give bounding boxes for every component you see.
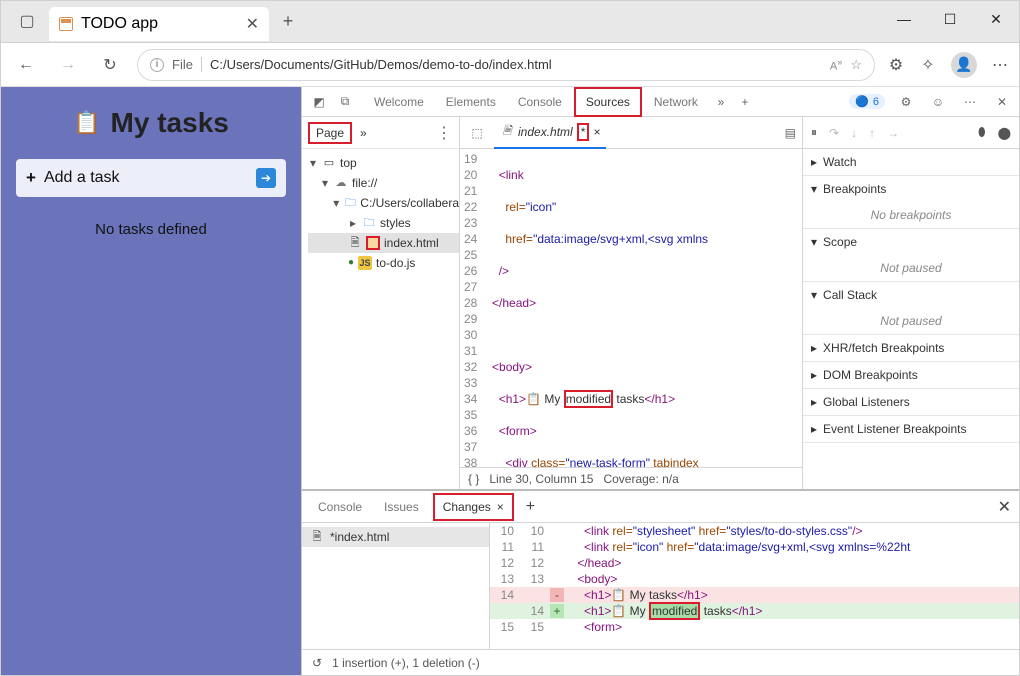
changes-file-list: 🗎*index.html — [302, 523, 490, 649]
diff-view[interactable]: 1010 <link rel="stylesheet" href="styles… — [490, 523, 1019, 649]
tree-folder[interactable]: ▾🗀C:/Users/collabera — [308, 193, 459, 213]
add-task-placeholder: Add a task — [44, 169, 120, 187]
drawer-add-icon[interactable]: + — [526, 498, 535, 516]
file-tree: ▾▭top ▾☁file:// ▾🗀C:/Users/collabera ▸🗀s… — [302, 149, 459, 277]
url-box[interactable]: i File C:/Users/Documents/GitHub/Demos/d… — [137, 49, 875, 81]
devtools-drawer: Console Issues Changes× + ✕ 🗎*index.html… — [302, 489, 1019, 675]
section-global[interactable]: ▸ Global Listeners — [803, 389, 1019, 415]
drawer-tab-changes[interactable]: Changes× — [433, 493, 514, 521]
devtools-tabstrip: ◩ ⧉ Welcome Elements Console Sources Net… — [302, 87, 1019, 117]
tab-sources[interactable]: Sources — [574, 87, 642, 117]
tab-actions-icon[interactable]: ▢ — [9, 1, 45, 41]
step-into-icon: ↓ — [851, 126, 857, 140]
site-info-icon[interactable]: i — [150, 58, 164, 72]
tab-title: TODO app — [81, 15, 158, 33]
browser-titlebar: ▢ TODO app ✕ + — ☐ ✕ — [1, 1, 1019, 43]
navigator-more-icon[interactable]: » — [360, 126, 367, 140]
browser-tab[interactable]: TODO app ✕ — [49, 7, 269, 41]
minimize-button[interactable]: — — [881, 1, 927, 37]
more-icon[interactable]: ⋯ — [991, 55, 1009, 75]
profile-avatar[interactable]: 👤 — [951, 52, 977, 78]
url-path: C:/Users/Documents/GitHub/Demos/demo-to-… — [210, 57, 552, 72]
revert-icon[interactable]: ↺ — [312, 656, 322, 670]
section-watch[interactable]: ▸ Watch — [803, 149, 1019, 175]
collections-icon[interactable]: ✧ — [919, 55, 937, 75]
plus-icon: + — [26, 168, 36, 188]
navigator-menu-icon[interactable]: ⋮ — [436, 123, 453, 143]
pause-icon[interactable]: ⏸ — [811, 125, 817, 140]
back-button[interactable]: ← — [11, 50, 41, 80]
add-tab-icon[interactable]: + — [734, 91, 756, 113]
close-drawer-tab-icon[interactable]: × — [497, 500, 504, 514]
modified-indicator-icon — [366, 236, 380, 250]
close-file-tab-icon[interactable]: × — [593, 125, 600, 139]
issues-badge[interactable]: 🔵 6 — [849, 94, 885, 109]
devtools-settings-icon[interactable]: ⚙ — [895, 91, 917, 113]
url-scheme: File — [172, 57, 202, 72]
new-tab-button[interactable]: + — [273, 6, 303, 36]
tree-styles[interactable]: ▸🗀styles — [308, 213, 459, 233]
devtools: ◩ ⧉ Welcome Elements Console Sources Net… — [301, 87, 1019, 675]
changes-status: ↺ 1 insertion (+), 1 deletion (-) — [302, 649, 1019, 675]
section-dom[interactable]: ▸ DOM Breakpoints — [803, 362, 1019, 388]
deactivate-bp-icon[interactable]: ⬮ — [978, 125, 986, 140]
add-task-input[interactable]: + Add a task ➔ — [16, 159, 286, 197]
section-event[interactable]: ▸ Event Listener Breakpoints — [803, 416, 1019, 442]
drawer-tab-console[interactable]: Console — [310, 495, 370, 519]
feedback-icon[interactable]: ☺ — [927, 91, 949, 113]
source-editor: ⬚ 🗎index.html * × ▤ 19202122232425262728… — [460, 117, 803, 489]
drawer-tab-issues[interactable]: Issues — [376, 495, 427, 519]
line-gutter: 1920212223242526272829303132333435363738… — [460, 149, 485, 467]
address-bar: ← → ↻ i File C:/Users/Documents/GitHub/D… — [1, 43, 1019, 87]
refresh-button[interactable]: ↻ — [95, 50, 125, 80]
empty-state: No tasks defined — [95, 221, 207, 238]
submit-task-button[interactable]: ➔ — [256, 168, 276, 188]
step-over-icon: ↷ — [829, 126, 839, 140]
tab-console[interactable]: Console — [508, 89, 572, 115]
sources-navigator: Page » ⋮ ▾▭top ▾☁file:// ▾🗀C:/Users/coll… — [302, 117, 460, 489]
close-window-button[interactable]: ✕ — [973, 1, 1019, 37]
code-area[interactable]: <link rel="icon" href="data:image/svg+xm… — [485, 149, 802, 467]
todo-favicon-icon — [59, 17, 73, 31]
tree-file-origin[interactable]: ▾☁file:// — [308, 173, 459, 193]
section-xhr[interactable]: ▸ XHR/fetch Breakpoints — [803, 335, 1019, 361]
tree-todo-js[interactable]: ●JSto-do.js — [308, 253, 459, 273]
maximize-button[interactable]: ☐ — [927, 1, 973, 37]
favorite-icon[interactable]: ☆ — [850, 57, 862, 73]
tree-top[interactable]: ▾▭top — [308, 153, 459, 173]
editor-nav-icon[interactable]: ⬚ — [466, 122, 488, 144]
rendered-page: 📋My tasks + Add a task ➔ No tasks define… — [1, 87, 301, 675]
section-callstack[interactable]: ▾ Call Stack — [803, 282, 1019, 308]
step-out-icon: ↑ — [869, 126, 875, 140]
editor-file-tab[interactable]: 🗎index.html * × — [494, 117, 606, 149]
step-icon: → — [887, 126, 899, 140]
changes-file[interactable]: 🗎*index.html — [302, 527, 489, 547]
close-tab-icon[interactable]: ✕ — [246, 14, 259, 34]
clipboard-icon: 📋 — [73, 110, 100, 136]
editor-status: { } Line 30, Column 15 Coverage: n/a — [460, 467, 802, 489]
pause-exception-icon[interactable]: ⬤ — [998, 126, 1011, 140]
close-drawer-icon[interactable]: ✕ — [998, 497, 1011, 517]
devtools-menu-icon[interactable]: ⋯ — [959, 91, 981, 113]
section-breakpoints[interactable]: ▾ Breakpoints — [803, 176, 1019, 202]
section-scope[interactable]: ▾ Scope — [803, 229, 1019, 255]
device-icon[interactable]: ⧉ — [334, 91, 356, 113]
tree-index-html[interactable]: 🗎index.html — [308, 233, 459, 253]
editor-more-icon[interactable]: ▤ — [785, 126, 796, 140]
settings-gear-icon[interactable]: ⚙ — [887, 55, 905, 75]
more-tabs-icon[interactable]: » — [710, 91, 732, 113]
debugger-sidebar: ⏸ ↷ ↓ ↑ → ⬮ ⬤ ▸ Watch ▾ BreakpointsNo br… — [803, 117, 1019, 489]
tab-welcome[interactable]: Welcome — [364, 89, 434, 115]
tab-network[interactable]: Network — [644, 89, 708, 115]
inspect-icon[interactable]: ◩ — [308, 91, 330, 113]
navigator-page-tab[interactable]: Page — [308, 122, 352, 144]
page-title: 📋My tasks — [73, 107, 229, 139]
window-controls: — ☐ ✕ — [881, 1, 1019, 37]
forward-button: → — [53, 50, 83, 80]
close-devtools-icon[interactable]: ✕ — [991, 91, 1013, 113]
tab-elements[interactable]: Elements — [436, 89, 506, 115]
